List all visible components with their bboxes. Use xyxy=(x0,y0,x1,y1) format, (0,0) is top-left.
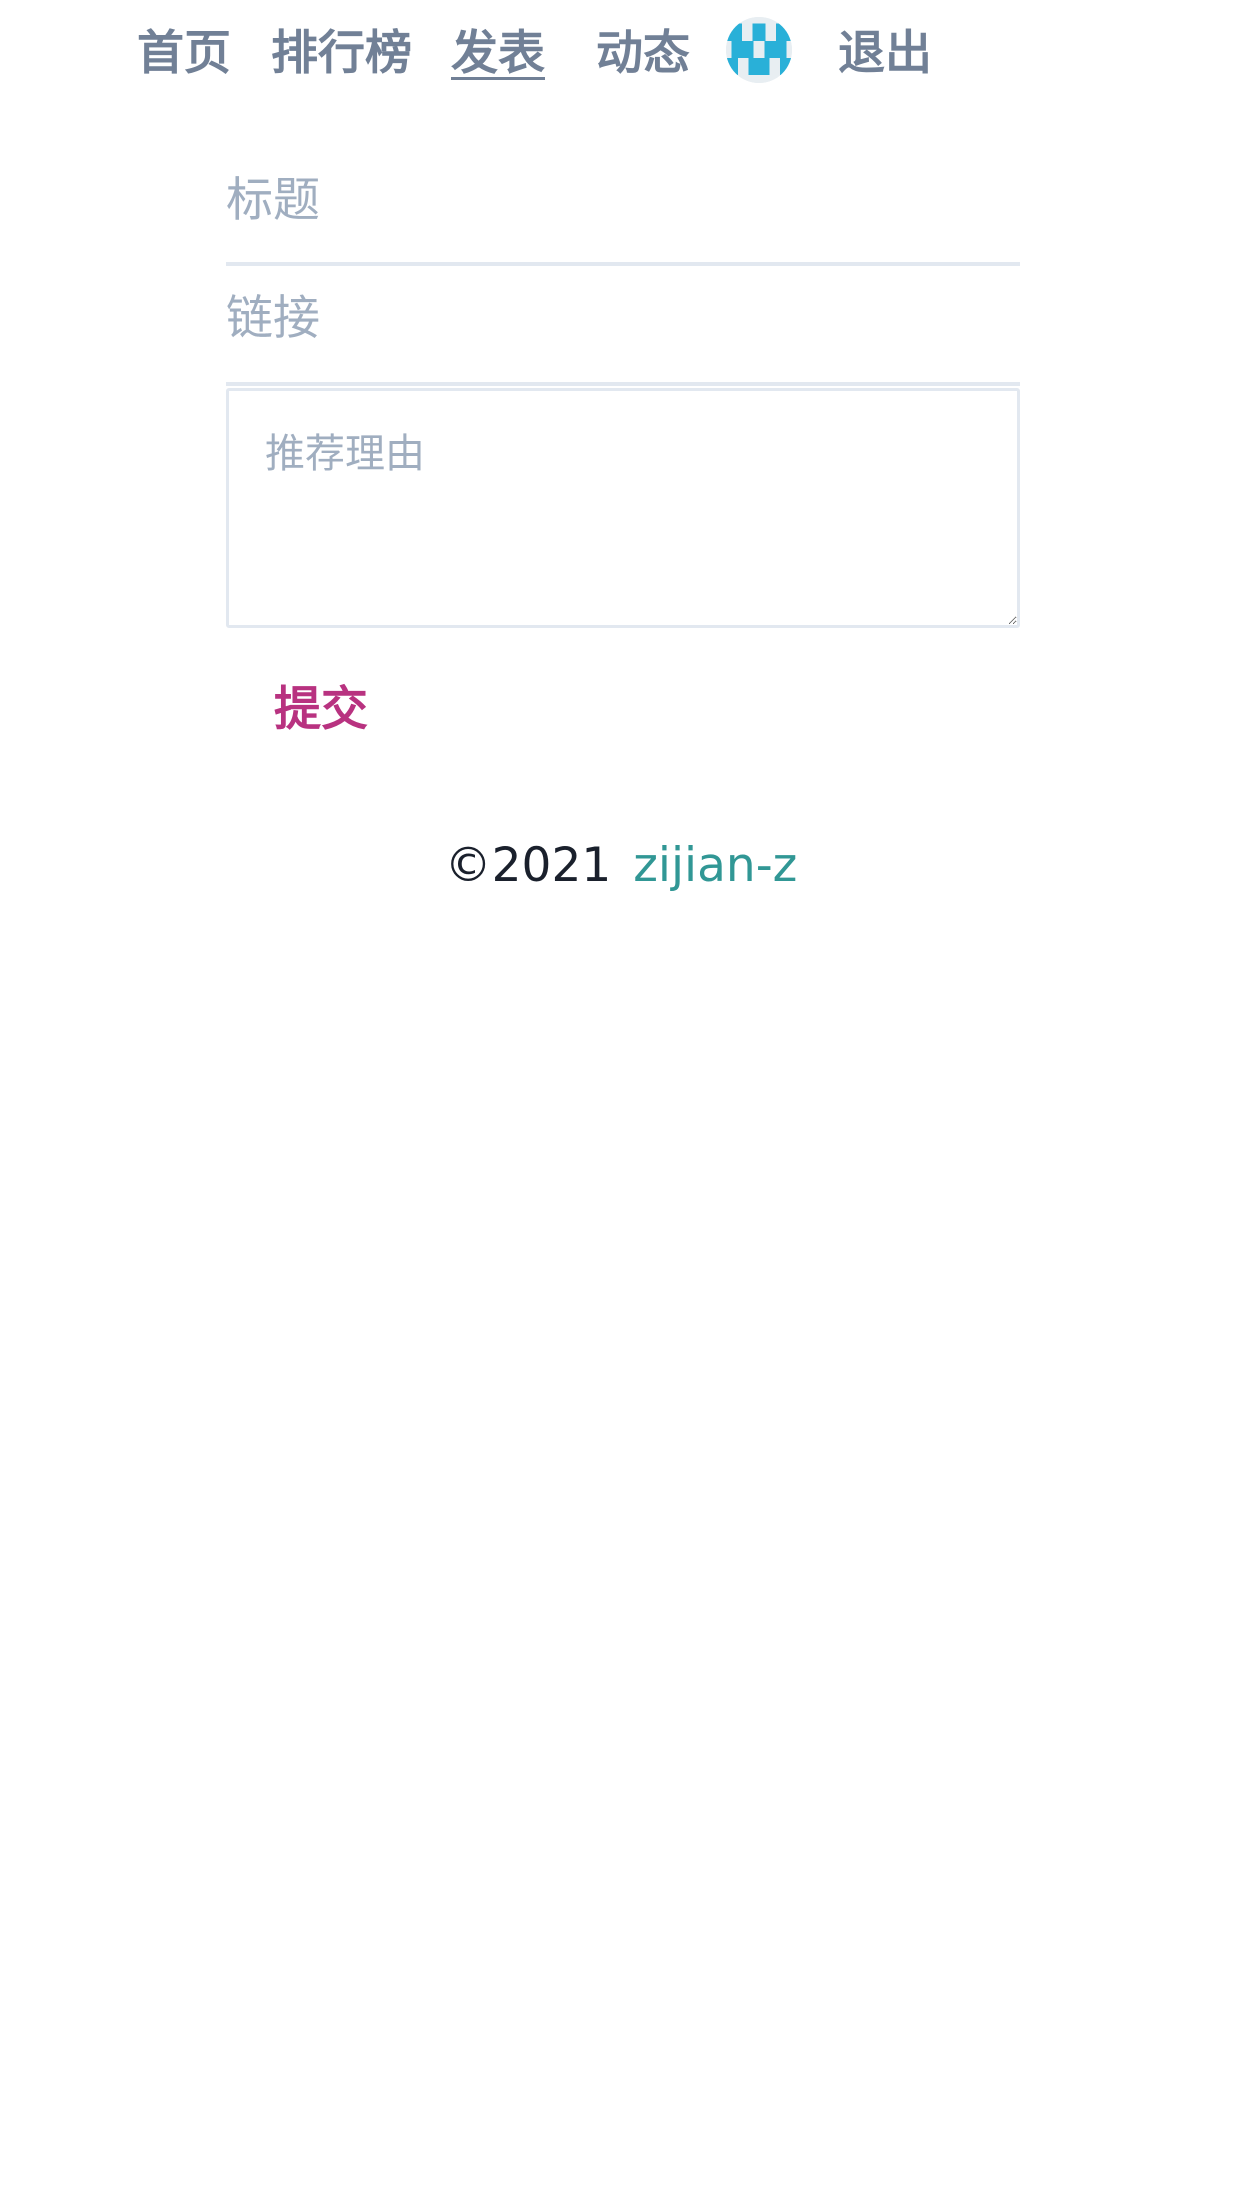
author-link[interactable]: zijian-z xyxy=(633,838,797,893)
copyright-text: ©2021 xyxy=(444,838,612,893)
nav-activity-link[interactable]: 动态 xyxy=(596,22,690,86)
nav-home-link[interactable]: 首页 xyxy=(137,22,231,86)
nav-ranking-link[interactable]: 排行榜 xyxy=(271,22,412,86)
reason-textarea[interactable] xyxy=(226,388,1020,628)
nav-logout-link[interactable]: 退出 xyxy=(838,22,932,86)
footer: ©2021 zijian-z xyxy=(0,836,1242,896)
user-avatar[interactable] xyxy=(726,17,792,83)
top-nav: 首页 排行榜 发表 动态 退出 xyxy=(0,0,1242,110)
identicon-icon xyxy=(726,17,792,83)
publish-form: 提交 xyxy=(226,150,1020,737)
link-input[interactable] xyxy=(226,266,1020,386)
nav-publish-link[interactable]: 发表 xyxy=(451,22,545,86)
title-input[interactable] xyxy=(226,150,1020,266)
submit-button[interactable]: 提交 xyxy=(274,670,368,739)
